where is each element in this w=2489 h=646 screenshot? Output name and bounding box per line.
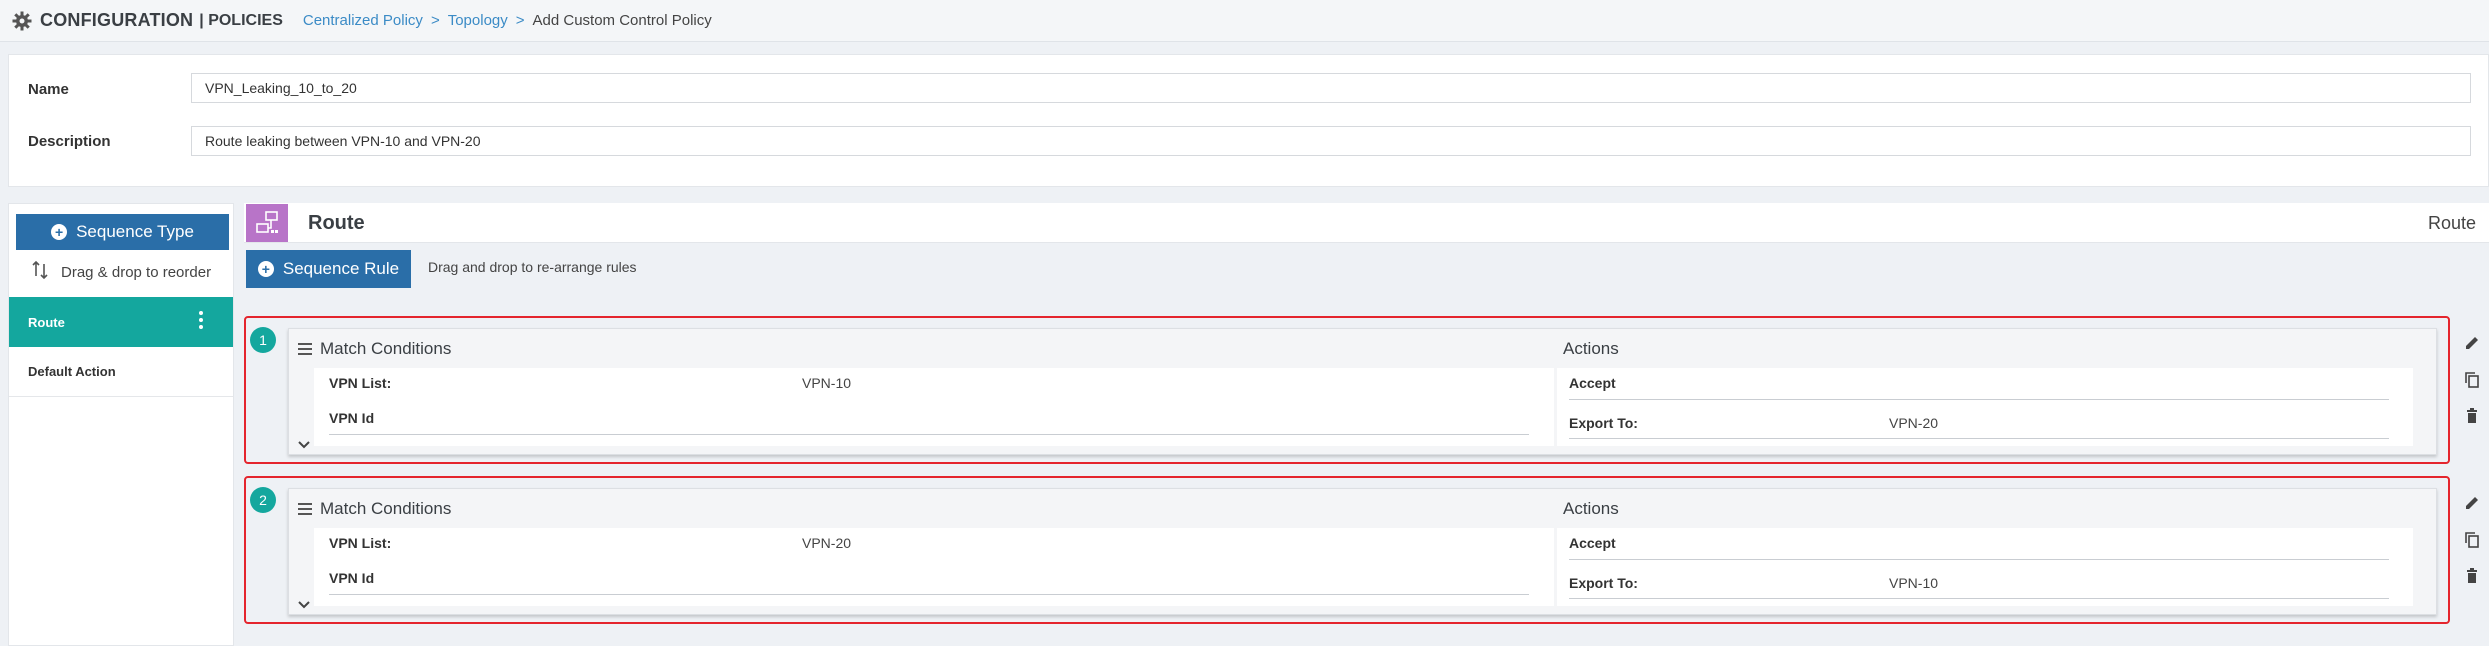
vpn-list-value: VPN-20 bbox=[802, 535, 852, 551]
description-label: Description bbox=[28, 133, 111, 150]
actions-title: Actions bbox=[1563, 339, 1619, 358]
field-divider bbox=[329, 434, 1529, 435]
rule-card[interactable]: Match Conditions Actions VPN List: VPN-1… bbox=[288, 328, 2479, 455]
route-header: Route Route bbox=[244, 203, 2489, 243]
match-conditions-title: Match Conditions bbox=[320, 339, 452, 358]
breadcrumb-current: Add Custom Control Policy bbox=[532, 12, 712, 29]
export-to-value: VPN-20 bbox=[1889, 415, 1939, 431]
app-title: CONFIGURATION bbox=[40, 10, 194, 30]
edit-pencil-icon[interactable] bbox=[2463, 334, 2483, 354]
chevron-down-icon[interactable] bbox=[297, 437, 311, 455]
delete-trash-icon[interactable] bbox=[2463, 407, 2483, 427]
add-sequence-type-button[interactable]: + Sequence Type bbox=[16, 214, 229, 250]
vpn-list-label: VPN List: bbox=[329, 535, 392, 551]
drag-reorder-hint: Drag & drop to reorder bbox=[31, 260, 211, 284]
reorder-arrows-icon bbox=[31, 260, 49, 284]
rule-number-badge: 1 bbox=[250, 327, 276, 353]
vpn-list-label: VPN List: bbox=[329, 375, 392, 391]
export-to-label: Export To: bbox=[1569, 415, 1638, 431]
drag-handle-icon[interactable] bbox=[298, 343, 312, 355]
gear-icon bbox=[10, 9, 34, 33]
sequence-rule-1: 1 Match Conditions Actions VPN List: VPN… bbox=[244, 316, 2479, 464]
sequence-type-label: Sequence Type bbox=[76, 222, 194, 241]
sidebar-item-default-action[interactable]: Default Action bbox=[9, 347, 233, 397]
policy-form: Name VPN_Leaking_10_to_20 Description Ro… bbox=[8, 54, 2489, 187]
rule-card[interactable]: Match Conditions Actions VPN List: VPN-2… bbox=[288, 488, 2479, 615]
actions-title: Actions bbox=[1563, 499, 1619, 518]
sidebar-item-route[interactable]: Route bbox=[9, 297, 233, 347]
breadcrumb-separator: > bbox=[515, 12, 525, 29]
top-bar: CONFIGURATION | POLICIES Centralized Pol… bbox=[0, 0, 2489, 42]
copy-icon[interactable] bbox=[2463, 371, 2483, 391]
sequence-rule-2: 2 Match Conditions Actions VPN List: VPN… bbox=[244, 476, 2479, 624]
plus-circle-icon: + bbox=[257, 261, 274, 277]
name-label: Name bbox=[28, 81, 69, 98]
plus-circle-icon: + bbox=[51, 224, 68, 240]
route-policy-icon bbox=[246, 204, 288, 242]
breadcrumb-separator: > bbox=[430, 12, 440, 29]
delete-trash-icon[interactable] bbox=[2463, 567, 2483, 587]
vpn-id-label: VPN Id bbox=[329, 410, 375, 426]
section-title: | POLICIES bbox=[199, 11, 283, 29]
export-to-value: VPN-10 bbox=[1889, 575, 1939, 591]
sequence-rule-label: Sequence Rule bbox=[282, 259, 400, 278]
add-sequence-rule-button[interactable]: + Sequence Rule bbox=[246, 250, 411, 288]
actions-body: Accept Export To: VPN-20 bbox=[1557, 368, 2413, 446]
match-conditions-body: VPN List: VPN-10 VPN Id bbox=[314, 368, 1554, 446]
field-divider bbox=[1569, 598, 2389, 599]
accept-label: Accept bbox=[1569, 375, 1616, 391]
vpn-list-value: VPN-10 bbox=[802, 375, 852, 391]
name-field[interactable]: VPN_Leaking_10_to_20 bbox=[191, 73, 2471, 103]
sequence-rule-hint: Drag and drop to re-arrange rules bbox=[428, 259, 637, 275]
chevron-down-icon[interactable] bbox=[297, 597, 311, 615]
breadcrumb-centralized-policy[interactable]: Centralized Policy bbox=[303, 12, 423, 29]
sidebar-item-label: Route bbox=[28, 314, 65, 330]
field-divider bbox=[1569, 399, 2389, 400]
kebab-menu-icon[interactable] bbox=[199, 311, 203, 329]
rule-number-badge: 2 bbox=[250, 487, 276, 513]
breadcrumb: Centralized Policy > Topology > Add Cust… bbox=[303, 12, 712, 29]
field-divider bbox=[1569, 559, 2389, 560]
description-field[interactable]: Route leaking between VPN-10 and VPN-20 bbox=[191, 126, 2471, 156]
export-to-label: Export To: bbox=[1569, 575, 1638, 591]
actions-body: Accept Export To: VPN-10 bbox=[1557, 528, 2413, 606]
field-divider bbox=[329, 594, 1529, 595]
breadcrumb-topology[interactable]: Topology bbox=[448, 12, 508, 29]
edit-pencil-icon[interactable] bbox=[2463, 494, 2483, 514]
accept-label: Accept bbox=[1569, 535, 1616, 551]
vpn-id-label: VPN Id bbox=[329, 570, 375, 586]
match-conditions-title: Match Conditions bbox=[320, 499, 452, 518]
route-title: Route bbox=[308, 212, 365, 234]
sidebar-item-label: Default Action bbox=[28, 364, 116, 379]
drag-handle-icon[interactable] bbox=[298, 503, 312, 515]
sequence-type-panel: + Sequence Type Drag & drop to reorder R… bbox=[8, 203, 234, 646]
copy-icon[interactable] bbox=[2463, 531, 2483, 551]
field-divider bbox=[1569, 438, 2389, 439]
match-conditions-body: VPN List: VPN-20 VPN Id bbox=[314, 528, 1554, 606]
route-type-label: Route bbox=[2427, 213, 2476, 233]
drag-hint-text: Drag & drop to reorder bbox=[61, 263, 212, 281]
